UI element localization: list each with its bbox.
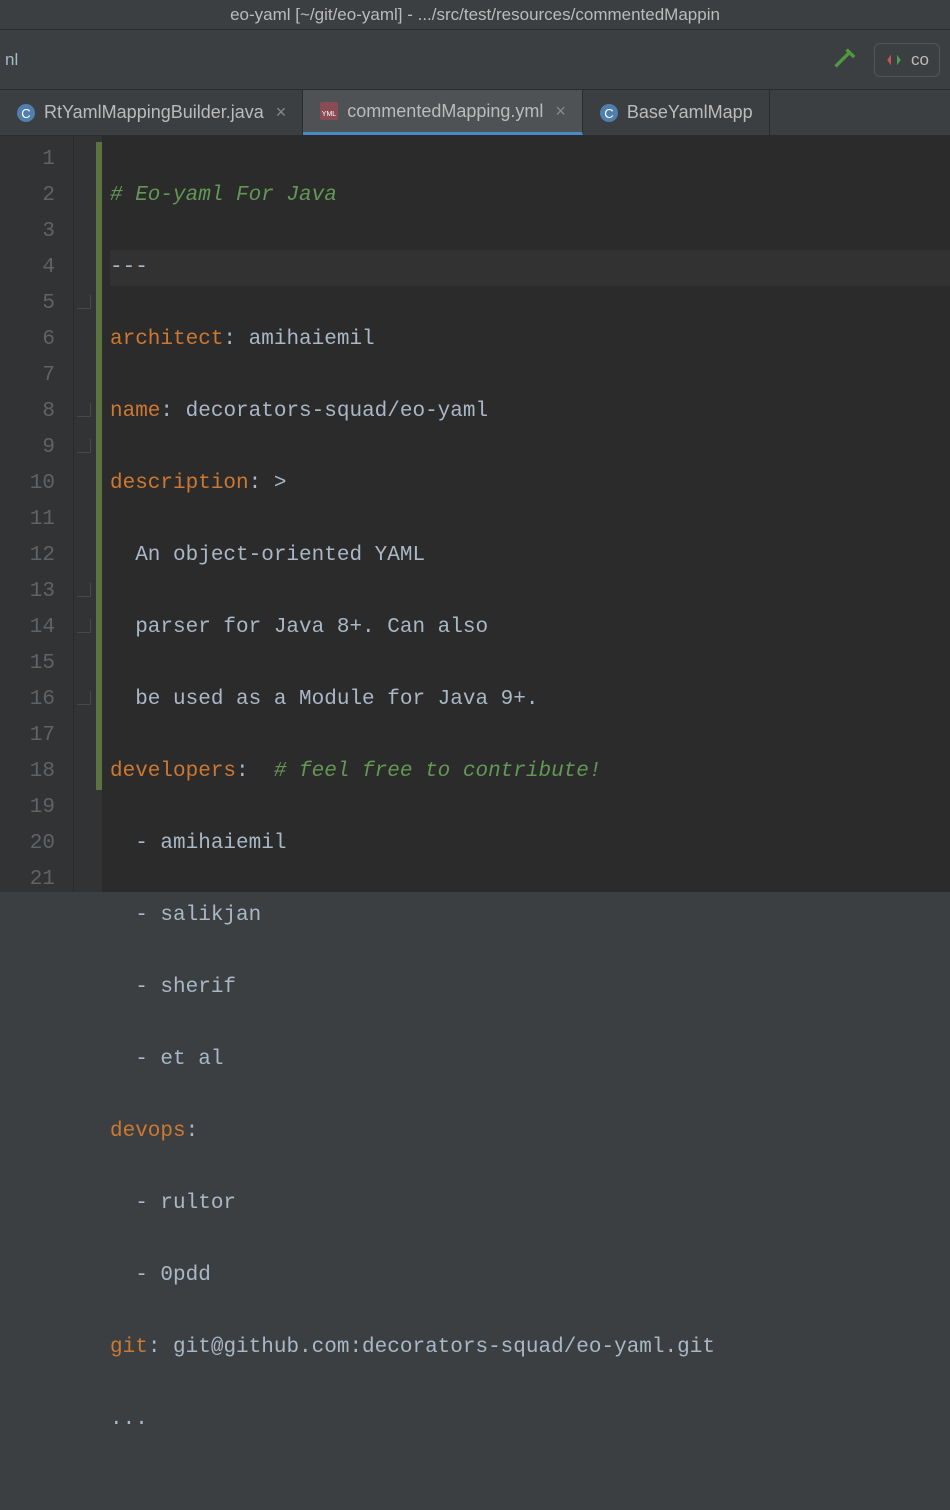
line-number: 7 xyxy=(0,358,55,394)
close-icon[interactable]: × xyxy=(555,101,566,122)
yaml-value: amihaiemil xyxy=(249,328,375,351)
yaml-key: description xyxy=(110,472,249,495)
tab-label: RtYamlMappingBuilder.java xyxy=(44,102,264,123)
svg-text:C: C xyxy=(604,106,613,121)
line-number: 14 xyxy=(0,610,55,646)
tab-commentedmapping[interactable]: YML commentedMapping.yml × xyxy=(303,90,583,135)
yaml-value: An object-oriented YAML xyxy=(110,544,425,567)
line-number: 12 xyxy=(0,538,55,574)
line-number: 11 xyxy=(0,502,55,538)
fold-icon[interactable] xyxy=(77,439,91,453)
fold-icon[interactable] xyxy=(77,691,91,705)
yaml-value: - 0pdd xyxy=(110,1264,211,1287)
yaml-value: decorators-squad/eo-yaml xyxy=(186,400,488,423)
code-text: : xyxy=(236,760,274,783)
code-text: : xyxy=(160,400,185,423)
yaml-value: git@github.com:decorators-squad/eo-yaml.… xyxy=(173,1336,715,1359)
tab-baseyamlmapp[interactable]: C BaseYamlMapp xyxy=(583,90,770,135)
yaml-key: developers xyxy=(110,760,236,783)
line-number: 20 xyxy=(0,826,55,862)
java-class-icon: C xyxy=(16,103,36,123)
line-gutter[interactable]: 1 2 3 4 5 6 7 8 9 10 11 12 13 14 15 16 1… xyxy=(0,136,74,892)
line-number: 16 xyxy=(0,682,55,718)
svg-text:C: C xyxy=(21,106,30,121)
breadcrumb[interactable]: nl xyxy=(0,50,18,70)
code-text: : xyxy=(223,328,248,351)
fold-icon[interactable] xyxy=(77,295,91,309)
line-number: 19 xyxy=(0,790,55,826)
fold-icon[interactable] xyxy=(77,583,91,597)
line-number: 8 xyxy=(0,394,55,430)
tab-rtyamlmappingbuilder[interactable]: C RtYamlMappingBuilder.java × xyxy=(0,90,303,135)
line-number: 13 xyxy=(0,574,55,610)
yaml-value: - amihaiemil xyxy=(110,832,286,855)
tab-label: BaseYamlMapp xyxy=(627,102,753,123)
fold-icon[interactable] xyxy=(77,403,91,417)
code-comment: # Eo-yaml For Java xyxy=(110,184,337,207)
yaml-key: name xyxy=(110,400,160,423)
build-icon[interactable] xyxy=(832,46,860,74)
line-number: 21 xyxy=(0,862,55,898)
yaml-key: architect xyxy=(110,328,223,351)
vcs-change-stripe xyxy=(96,142,102,790)
run-config-selector[interactable]: co xyxy=(874,43,940,77)
editor: 1 2 3 4 5 6 7 8 9 10 11 12 13 14 15 16 1… xyxy=(0,136,950,892)
code-text: : xyxy=(186,1120,199,1143)
toolbar: nl co xyxy=(0,30,950,90)
code-text: : xyxy=(148,1336,173,1359)
line-number: 2 xyxy=(0,178,55,214)
yaml-value: > xyxy=(274,472,287,495)
yaml-value: - rultor xyxy=(110,1192,236,1215)
code-area[interactable]: # Eo-yaml For Java --- architect: amihai… xyxy=(102,136,950,892)
yaml-value: - salikjan xyxy=(110,904,261,927)
yaml-value: parser for Java 8+. Can also xyxy=(110,616,488,639)
java-class-icon: C xyxy=(599,103,619,123)
fold-column[interactable] xyxy=(74,136,96,892)
close-icon[interactable]: × xyxy=(276,102,287,123)
code-text: --- xyxy=(110,256,148,279)
code-text: ... xyxy=(110,1408,148,1431)
code-comment: # feel free to contribute! xyxy=(274,760,602,783)
line-number: 18 xyxy=(0,754,55,790)
tab-label: commentedMapping.yml xyxy=(347,101,543,122)
line-number: 15 xyxy=(0,646,55,682)
svg-text:YML: YML xyxy=(322,111,337,118)
line-number: 5 xyxy=(0,286,55,322)
code-text: : xyxy=(249,472,274,495)
fold-icon[interactable] xyxy=(77,619,91,633)
yml-file-icon: YML xyxy=(319,101,339,121)
line-number: 17 xyxy=(0,718,55,754)
line-number: 1 xyxy=(0,142,55,178)
yaml-value: - et al xyxy=(110,1048,223,1071)
line-number: 9 xyxy=(0,430,55,466)
line-number: 4 xyxy=(0,250,55,286)
yaml-value: be used as a Module for Java 9+. xyxy=(110,688,538,711)
run-config-text: co xyxy=(911,50,929,70)
yaml-key: git xyxy=(110,1336,148,1359)
change-bar xyxy=(96,136,102,892)
yaml-value: - sherif xyxy=(110,976,236,999)
line-number: 10 xyxy=(0,466,55,502)
editor-tabs: C RtYamlMappingBuilder.java × YML commen… xyxy=(0,90,950,136)
window-title: eo-yaml [~/git/eo-yaml] - .../src/test/r… xyxy=(0,0,950,30)
yaml-key: devops xyxy=(110,1120,186,1143)
line-number: 3 xyxy=(0,214,55,250)
line-number: 6 xyxy=(0,322,55,358)
